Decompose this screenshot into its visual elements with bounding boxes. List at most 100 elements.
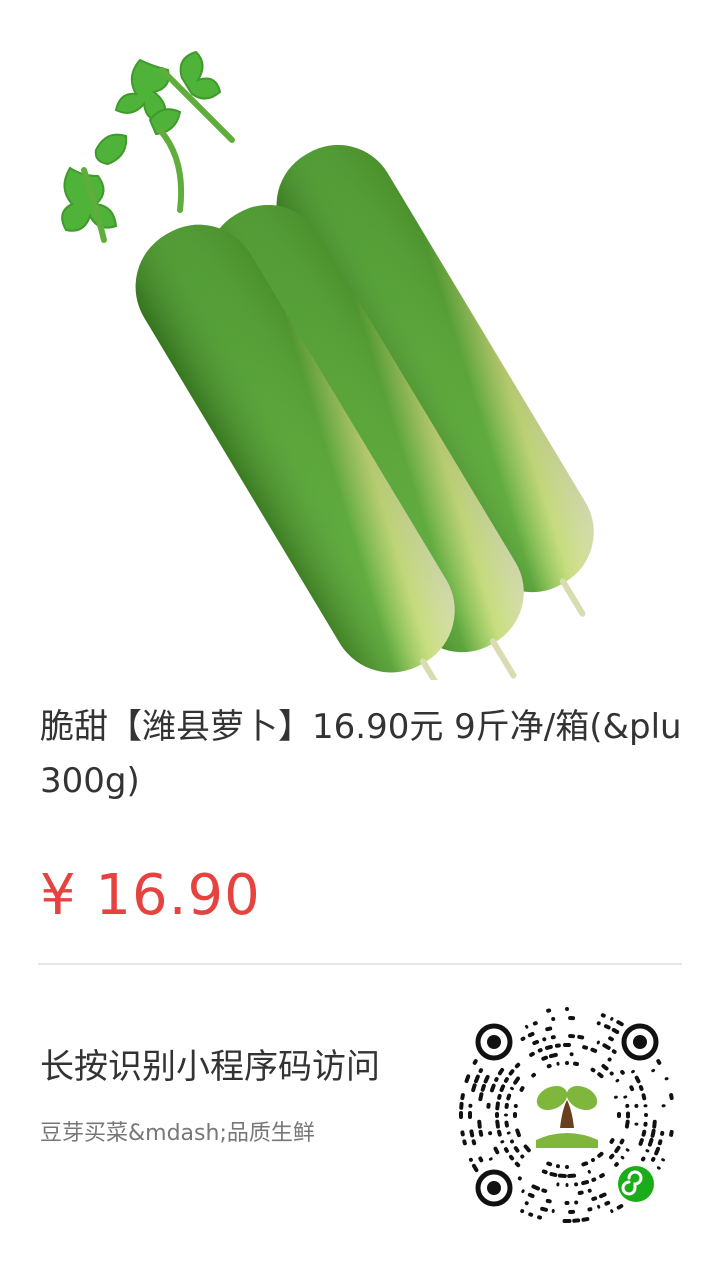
- qr-dash: [556, 1164, 560, 1169]
- qr-dash: [634, 1075, 641, 1084]
- qr-dash: [603, 1024, 611, 1030]
- qr-dash: [568, 1016, 576, 1021]
- qr-dash: [654, 1146, 661, 1156]
- qr-dash: [581, 1180, 590, 1186]
- qr-dash: [577, 1190, 584, 1195]
- qr-dash: [656, 1166, 661, 1170]
- qr-dash: [616, 1204, 624, 1210]
- qr-dash: [610, 1016, 614, 1021]
- qr-dash: [581, 1161, 589, 1167]
- qr-dash: [629, 1085, 635, 1092]
- qr-dash: [591, 1177, 597, 1182]
- qr-dash: [537, 1048, 543, 1053]
- qr-dash: [528, 1212, 534, 1217]
- qr-dash: [508, 1154, 515, 1161]
- qr-dash: [468, 1111, 472, 1119]
- qr-dash: [647, 1137, 654, 1147]
- qr-dash: [625, 1148, 630, 1152]
- qr-dash: [527, 1031, 535, 1038]
- qr-dash: [515, 1128, 521, 1138]
- qr-dash: [577, 1034, 585, 1040]
- qr-dash: [483, 1074, 490, 1084]
- qr-dash: [531, 1072, 536, 1078]
- qr-dash: [548, 1052, 558, 1059]
- qr-dash: [488, 1131, 493, 1136]
- qr-dash: [587, 1207, 593, 1212]
- qr-dash: [504, 1120, 509, 1128]
- qr-dash: [568, 1034, 576, 1039]
- qr-dash: [609, 1071, 614, 1076]
- qr-dash: [471, 1139, 477, 1146]
- qr-dash: [587, 1188, 592, 1193]
- qr-dash: [634, 1122, 639, 1126]
- qr-dash: [477, 1119, 482, 1129]
- qr-dash: [581, 1217, 590, 1222]
- qr-dash: [513, 1076, 521, 1085]
- qr-dash: [494, 1077, 499, 1082]
- qr-dash: [641, 1093, 647, 1101]
- qr-dash: [556, 1182, 560, 1187]
- qr-dash: [531, 1184, 540, 1191]
- qr-dash: [611, 1028, 620, 1034]
- qr-dash: [506, 1093, 512, 1101]
- qr-dash: [504, 1102, 509, 1109]
- qr-dash: [640, 1156, 646, 1162]
- qr-dash: [521, 1189, 525, 1194]
- qr-dash: [464, 1074, 471, 1084]
- qr-dash: [546, 1063, 552, 1069]
- qr-dash: [569, 1052, 574, 1057]
- qr-dash: [529, 1051, 535, 1057]
- product-title: 脆甜【潍县萝卜】16.90元 9斤净/箱(&plu 300g): [40, 700, 720, 808]
- qr-dash: [497, 1067, 505, 1076]
- qr-dash: [459, 1111, 463, 1119]
- qr-dash: [468, 1157, 473, 1162]
- qr-dash: [478, 1129, 484, 1137]
- qr-dash: [563, 1043, 571, 1047]
- qr-dash: [565, 1165, 569, 1169]
- qr-dash: [638, 1085, 644, 1091]
- qr-dash: [651, 1068, 656, 1073]
- qr-dash: [478, 1092, 484, 1102]
- qr-dash: [623, 1095, 628, 1099]
- qr-dash: [478, 1068, 484, 1074]
- qr-dash: [545, 1026, 553, 1032]
- qr-dash: [574, 1200, 579, 1205]
- qr-dash: [525, 1024, 529, 1029]
- qr-dash: [650, 1156, 656, 1162]
- qr-dash: [661, 1104, 666, 1108]
- divider: [38, 963, 682, 965]
- mini-program-code[interactable]: [452, 1000, 682, 1230]
- qr-dash: [523, 1144, 531, 1153]
- qr-dash: [582, 1045, 589, 1050]
- qr-dash: [462, 1139, 467, 1146]
- qr-dash: [609, 1138, 615, 1144]
- qr-dash: [564, 1201, 570, 1205]
- qr-dash: [645, 1149, 650, 1153]
- qr-dash: [611, 1049, 617, 1054]
- qr-dash: [610, 1209, 614, 1214]
- qr-dash: [617, 1112, 621, 1118]
- qr-dash: [614, 1145, 621, 1154]
- qr-dash: [517, 1176, 522, 1181]
- qr-dash: [542, 1037, 547, 1042]
- qr-dash: [567, 1173, 577, 1178]
- qr-dash: [613, 1095, 618, 1099]
- qr-dash: [597, 1151, 604, 1158]
- qr-dash: [591, 1196, 598, 1202]
- radish-leaves: [61, 50, 222, 232]
- qr-dash: [480, 1083, 486, 1092]
- qr-dash: [641, 1129, 647, 1137]
- qr-dash: [601, 1064, 609, 1071]
- qr-dash: [551, 1209, 555, 1213]
- qr-dash: [488, 1157, 493, 1161]
- qr-dash: [520, 1036, 526, 1042]
- qr-dash: [634, 1103, 639, 1108]
- qr-dash: [469, 1129, 475, 1138]
- qr-dash: [499, 1084, 506, 1093]
- qr-dash: [600, 1013, 606, 1018]
- qr-dash: [574, 1182, 579, 1187]
- qr-dash: [513, 1112, 517, 1118]
- qr-dash: [519, 1086, 525, 1092]
- qr-dash: [495, 1112, 499, 1118]
- qr-dash: [508, 1069, 515, 1076]
